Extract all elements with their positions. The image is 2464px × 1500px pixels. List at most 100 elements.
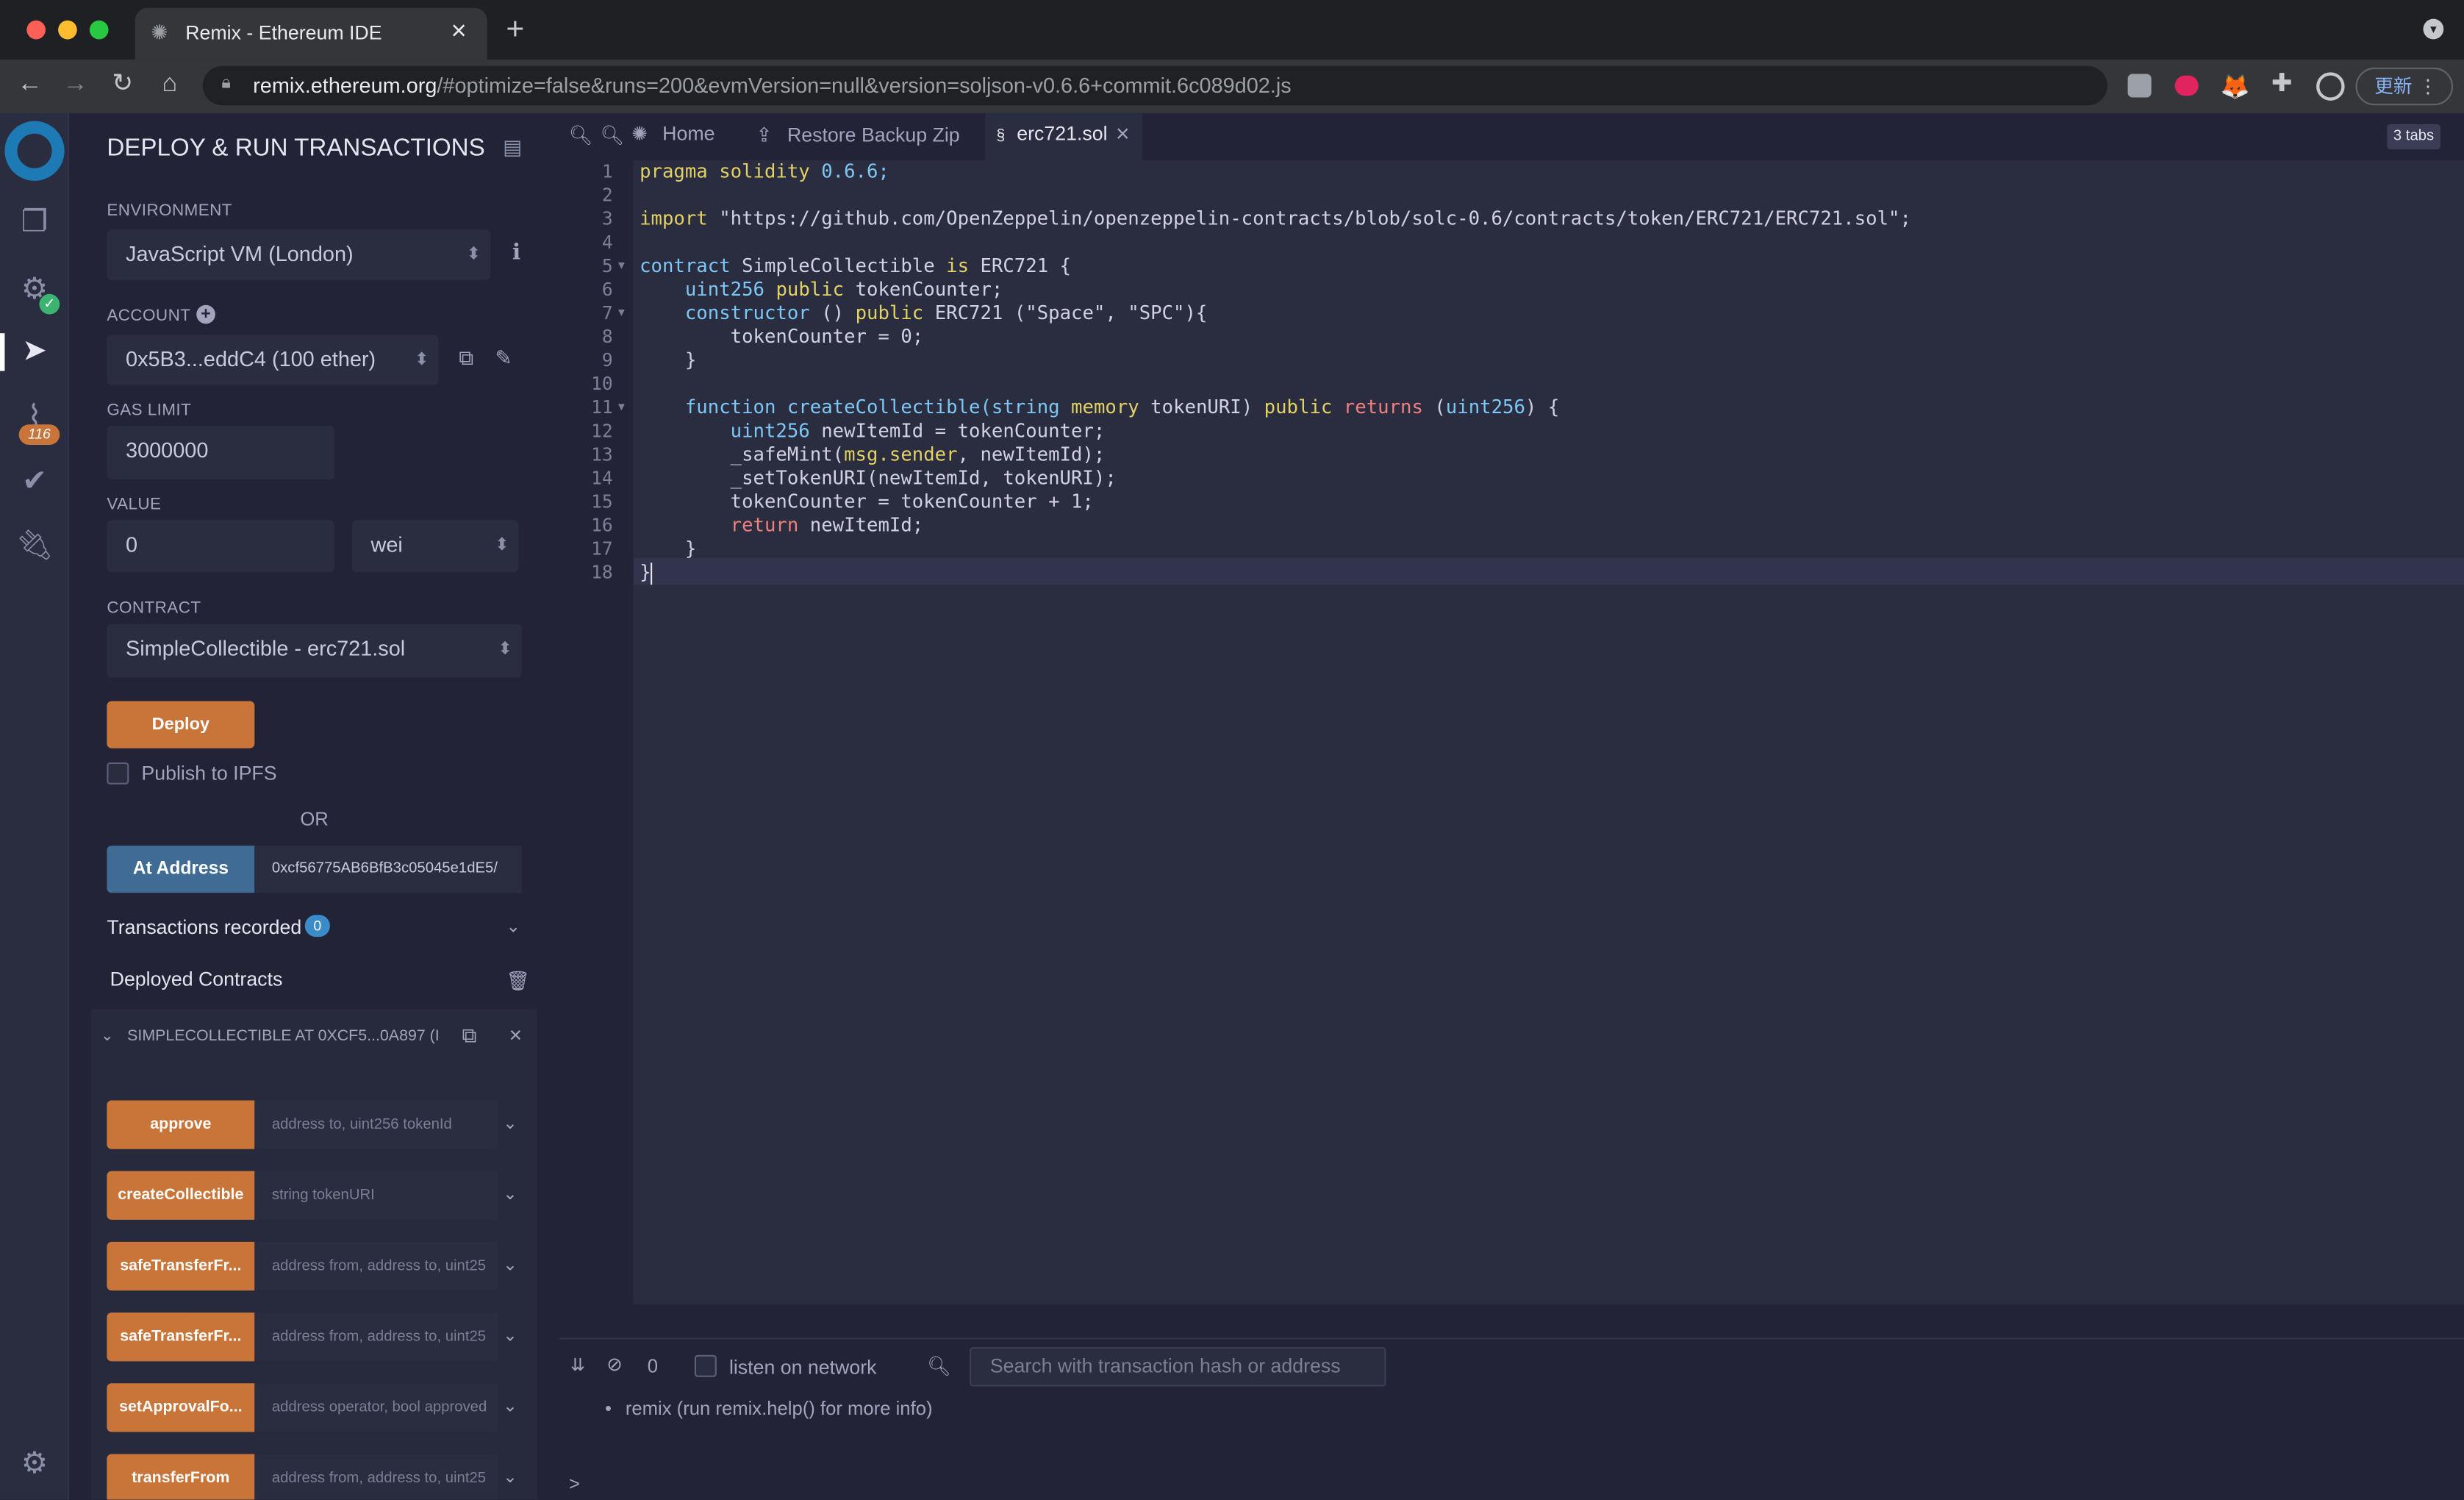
- maximize-window-button[interactable]: [89, 20, 109, 40]
- at-address-button[interactable]: At Address: [107, 846, 255, 893]
- fold-icon[interactable]: ▼: [616, 402, 627, 413]
- function-button[interactable]: safeTransferFr...: [107, 1241, 255, 1291]
- function-row-approve: approve address to, uint256 tokenId ⌄: [107, 1100, 518, 1149]
- function-expand-icon[interactable]: ⌄: [503, 1113, 517, 1134]
- file-explorer-icon[interactable]: ❐: [15, 204, 53, 242]
- gas-limit-input[interactable]: 3000000: [107, 426, 335, 480]
- function-args-input[interactable]: string tokenURI: [254, 1171, 498, 1220]
- line-number: 3: [601, 207, 613, 230]
- transactions-expand-icon[interactable]: ⌄: [506, 916, 520, 937]
- close-file-tab-icon[interactable]: ×: [1116, 121, 1130, 148]
- function-expand-icon[interactable]: ⌄: [503, 1184, 517, 1204]
- home-icon[interactable]: ⌂: [156, 71, 184, 97]
- url-host: remix.ethereum.org: [253, 74, 437, 98]
- deploy-run-icon[interactable]: ➤: [15, 333, 53, 371]
- function-args-input[interactable]: address from, address to, uint25: [254, 1312, 498, 1362]
- instance-collapse-icon[interactable]: ⌄: [101, 1028, 114, 1046]
- function-expand-icon[interactable]: ⌄: [503, 1325, 517, 1346]
- at-address-input[interactable]: 0xcf56775AB6BfB3c05045e1dE5/: [254, 846, 522, 893]
- function-args-input[interactable]: address from, address to, uint25: [254, 1241, 498, 1291]
- extensions-puzzle-icon[interactable]: ✚: [2268, 71, 2296, 97]
- edit-account-icon[interactable]: ✎: [495, 346, 512, 371]
- zoom-out-icon[interactable]: 🔍︎: [569, 124, 593, 146]
- more-menu-icon[interactable]: ⋮: [2418, 69, 2438, 104]
- value-unit-select[interactable]: wei: [351, 520, 519, 573]
- browser-tab-title: Remix - Ethereum IDE: [185, 21, 382, 44]
- clear-instances-icon[interactable]: 🗑︎: [506, 970, 530, 992]
- environment-label: ENVIRONMENT: [107, 201, 232, 221]
- function-args-input[interactable]: address from, address to, uint25: [254, 1454, 498, 1500]
- function-expand-icon[interactable]: ⌄: [503, 1396, 517, 1417]
- tab-search-icon[interactable]: ▾: [2423, 18, 2444, 40]
- metamask-fox-icon[interactable]: 🦊: [2221, 72, 2250, 100]
- environment-select[interactable]: JavaScript VM (London): [107, 229, 490, 280]
- tab-home[interactable]: ✺ Home: [631, 123, 715, 151]
- listen-network-checkbox[interactable]: [694, 1354, 717, 1377]
- function-button[interactable]: setApprovalFo...: [107, 1383, 255, 1432]
- instance-title[interactable]: SIMPLECOLLECTIBLE AT 0XCF5...0A897 (I: [127, 1028, 440, 1046]
- fold-icon[interactable]: ▼: [616, 308, 627, 319]
- add-account-icon[interactable]: +: [196, 304, 215, 324]
- forward-icon[interactable]: →: [61, 71, 89, 97]
- line-number: 7: [601, 301, 613, 324]
- clear-console-icon[interactable]: ⊘: [606, 1354, 623, 1376]
- code-editor[interactable]: pragma solidity 0.6.6; import "https://g…: [633, 160, 2464, 1305]
- function-button[interactable]: transferFrom: [107, 1454, 255, 1500]
- browser-tab[interactable]: ✺ Remix - Ethereum IDE ×: [135, 7, 487, 60]
- compile-success-icon: ✓: [39, 293, 60, 315]
- function-expand-icon[interactable]: ⌄: [503, 1254, 517, 1275]
- function-args-input[interactable]: address operator, bool approved: [254, 1383, 498, 1432]
- remix-logo-icon[interactable]: [4, 121, 65, 181]
- account-select[interactable]: 0x5B3...eddC4 (100 ether): [107, 335, 439, 385]
- profile-avatar-icon[interactable]: [2316, 72, 2345, 101]
- deploy-button[interactable]: Deploy: [107, 701, 255, 749]
- publish-ipfs-checkbox[interactable]: [107, 762, 129, 785]
- line-number: 15: [591, 490, 613, 512]
- line-number: 6: [601, 278, 613, 301]
- panel-docs-icon[interactable]: ▤: [503, 135, 522, 160]
- close-window-button[interactable]: [26, 20, 46, 40]
- settings-gear-icon[interactable]: ⚙: [15, 1446, 53, 1484]
- value-input[interactable]: 0: [107, 520, 335, 573]
- transactions-recorded-label: Transactions recorded: [107, 916, 302, 939]
- remix-home-icon: ✺: [631, 122, 648, 145]
- collapse-terminal-icon[interactable]: ⇊: [570, 1355, 585, 1376]
- function-button[interactable]: safeTransferFr...: [107, 1312, 255, 1362]
- copy-instance-address-icon[interactable]: ⧉: [462, 1024, 477, 1049]
- fold-icon[interactable]: ▼: [616, 261, 627, 272]
- tab-restore-backup[interactable]: ⇪ Restore Backup Zip: [756, 123, 959, 151]
- gas-limit-label: GAS LIMIT: [107, 401, 192, 420]
- line-number: 16: [591, 514, 613, 536]
- address-bar[interactable]: 🔒︎ remix.ethereum.org/#optimize=false&ru…: [202, 65, 2107, 106]
- update-button-label: 更新: [2374, 75, 2413, 98]
- current-line-highlight: [633, 557, 2464, 585]
- terminal-prompt[interactable]: >: [569, 1473, 580, 1495]
- panel-title: DEPLOY & RUN TRANSACTIONS: [107, 135, 485, 162]
- extension-record-icon[interactable]: [2174, 75, 2199, 96]
- back-icon[interactable]: ←: [15, 71, 43, 97]
- minimize-window-button[interactable]: [58, 20, 77, 40]
- new-tab-button[interactable]: +: [506, 12, 524, 49]
- function-button[interactable]: approve: [107, 1100, 255, 1149]
- close-tab-icon[interactable]: ×: [451, 15, 467, 47]
- reload-icon[interactable]: ↻: [109, 71, 137, 97]
- extension-icon[interactable]: [2127, 74, 2152, 98]
- unit-testing-icon[interactable]: ✔: [15, 464, 53, 501]
- line-number: 4: [601, 231, 613, 254]
- terminal-search-input[interactable]: Search with transaction hash or address: [970, 1347, 1386, 1387]
- environment-info-icon[interactable]: ℹ: [512, 239, 520, 265]
- update-button[interactable]: 更新 ⋮: [2355, 67, 2454, 106]
- function-expand-icon[interactable]: ⌄: [503, 1467, 517, 1488]
- contract-select[interactable]: SimpleCollectible - erc721.sol: [107, 624, 522, 678]
- listen-network-label: listen on network: [728, 1356, 877, 1379]
- zoom-in-icon[interactable]: 🔍︎: [601, 124, 625, 146]
- remove-instance-icon[interactable]: ×: [509, 1022, 523, 1047]
- function-row-setapprovalforall: setApprovalFo... address operator, bool …: [107, 1383, 518, 1432]
- plugin-manager-icon[interactable]: 🔌︎: [15, 528, 54, 565]
- function-button[interactable]: createCollectible: [107, 1171, 255, 1220]
- function-args-input[interactable]: address to, uint256 tokenId: [254, 1100, 498, 1149]
- tab-erc721-sol[interactable]: § erc721.sol ×: [985, 113, 1143, 161]
- copy-account-icon[interactable]: ⧉: [459, 346, 473, 371]
- tabs-count-dropdown[interactable]: 3 tabs: [2387, 124, 2440, 150]
- or-separator: OR: [300, 807, 329, 830]
